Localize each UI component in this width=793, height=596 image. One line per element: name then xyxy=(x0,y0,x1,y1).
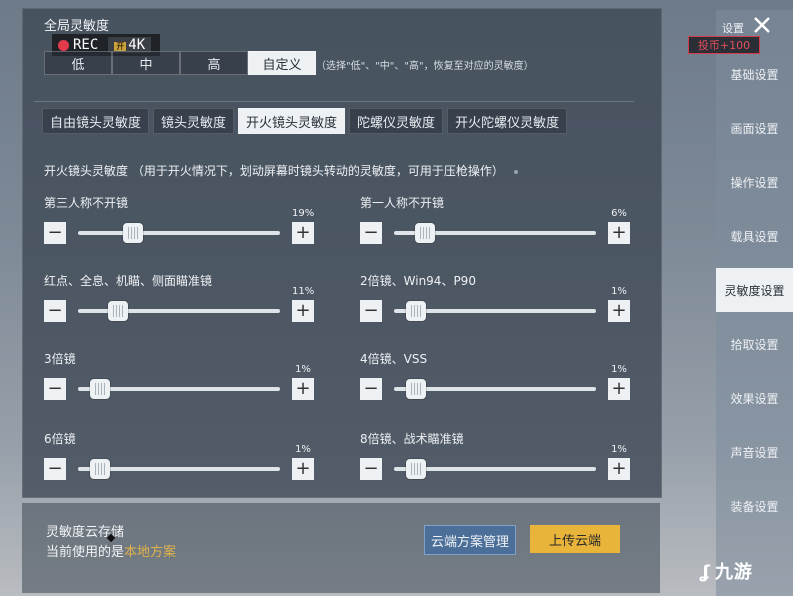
increase-button[interactable]: + xyxy=(608,300,630,322)
slider-label: 红点、全息、机瞄、侧面瞄准镜 xyxy=(44,274,213,288)
sidebar-item[interactable]: 基础设置 xyxy=(716,52,793,96)
sidebar-item[interactable]: 效果设置 xyxy=(716,376,793,420)
slider-label: 第一人称不开镜 xyxy=(360,196,445,210)
preset-low[interactable]: 低 xyxy=(44,51,112,75)
record-dot-icon xyxy=(58,39,69,51)
decrease-button[interactable]: − xyxy=(360,378,382,400)
decrease-button[interactable]: − xyxy=(360,300,382,322)
decrease-button[interactable]: − xyxy=(360,458,382,480)
sensitivity-slider[interactable]: 第三人称不开镜 19% − + xyxy=(44,194,314,250)
watermark-logo: ʆ 九游 xyxy=(700,562,753,583)
increase-button[interactable]: + xyxy=(292,378,314,400)
current-plan-text: 当前使用的是本地方案 xyxy=(46,545,177,560)
increase-button[interactable]: + xyxy=(608,222,630,244)
slider-label: 4倍镜、VSS xyxy=(360,352,428,366)
slider-label: 6倍镜 xyxy=(44,432,76,446)
sidebar-item[interactable]: 画面设置 xyxy=(716,106,793,150)
sensitivity-slider[interactable]: 3倍镜 1% − + xyxy=(44,350,314,406)
preset-selector: 低 中 高 自定义 xyxy=(44,51,316,75)
slider-label: 第三人称不开镜 xyxy=(44,196,129,210)
tab-camera[interactable]: 镜头灵敏度 xyxy=(153,108,235,134)
sensitivity-slider[interactable]: 6倍镜 1% − + xyxy=(44,430,314,486)
decrease-button[interactable]: − xyxy=(44,378,66,400)
sensitivity-slider[interactable]: 8倍镜、战术瞄准镜 1% − + xyxy=(360,430,630,486)
slider-thumb[interactable] xyxy=(122,223,143,243)
sensitivity-slider[interactable]: 2倍镜、Win94、P90 1% − + xyxy=(360,272,630,328)
slider-value: 1% xyxy=(611,286,627,297)
slider-thumb[interactable] xyxy=(89,379,110,399)
decrease-button[interactable]: − xyxy=(44,300,66,322)
close-icon[interactable] xyxy=(752,15,772,35)
slider-value: 1% xyxy=(295,364,311,375)
slider-thumb[interactable] xyxy=(405,459,426,479)
divider xyxy=(34,101,634,102)
cloud-plan-manage-button[interactable]: 云端方案管理 xyxy=(424,525,516,555)
sidebar-item[interactable]: 操作设置 xyxy=(716,160,793,204)
slider-label: 2倍镜、Win94、P90 xyxy=(360,274,476,288)
slider-thumb[interactable] xyxy=(108,301,129,321)
sensitivity-tabs: 自由镜头灵敏度 镜头灵敏度 开火镜头灵敏度 陀螺仪灵敏度 开火陀螺仪灵敏度 xyxy=(42,108,571,134)
slider-label: 3倍镜 xyxy=(44,352,76,366)
slider-thumb[interactable] xyxy=(414,223,435,243)
tab-free-camera[interactable]: 自由镜头灵敏度 xyxy=(42,108,150,134)
sidebar-item[interactable]: 装备设置 xyxy=(716,484,793,528)
sensitivity-slider[interactable]: 第一人称不开镜 6% − + xyxy=(360,194,630,250)
settings-panel xyxy=(22,8,662,498)
global-sensitivity-title: 全局灵敏度 xyxy=(44,19,110,34)
upload-cloud-button[interactable]: 上传云端 xyxy=(530,525,620,553)
decrease-button[interactable]: − xyxy=(44,222,66,244)
slider-value: 1% xyxy=(611,444,627,455)
tab-fire-camera[interactable]: 开火镜头灵敏度 xyxy=(238,108,346,134)
sidebar-item[interactable]: 拾取设置 xyxy=(716,322,793,366)
slider-thumb[interactable] xyxy=(89,459,110,479)
slider-value: 1% xyxy=(295,444,311,455)
increase-button[interactable]: + xyxy=(608,378,630,400)
slider-value: 1% xyxy=(611,364,627,375)
current-plan-name: 本地方案 xyxy=(124,545,177,560)
slider-value: 11% xyxy=(292,286,315,297)
increase-button[interactable]: + xyxy=(292,300,314,322)
sidebar-item[interactable]: 灵敏度设置 xyxy=(716,268,793,312)
sidebar-item[interactable]: 载具设置 xyxy=(716,214,793,258)
sidebar-item[interactable]: 声音设置 xyxy=(716,430,793,474)
slider-value: 19% xyxy=(292,208,315,219)
preset-high[interactable]: 高 xyxy=(180,51,248,75)
sidebar-title: 设置 xyxy=(722,22,744,35)
tab-fire-gyroscope[interactable]: 开火陀螺仪灵敏度 xyxy=(447,108,568,134)
logo-icon: ʆ xyxy=(700,562,711,583)
preset-custom[interactable]: 自定义 xyxy=(248,51,316,75)
slider-thumb[interactable] xyxy=(405,379,426,399)
sensitivity-slider[interactable]: 4倍镜、VSS 1% − + xyxy=(360,350,630,406)
increase-button[interactable]: + xyxy=(608,458,630,480)
preset-medium[interactable]: 中 xyxy=(112,51,180,75)
tab-description: 开火镜头灵敏度 （用于开火情况下，划动屏幕时镜头转动的灵敏度，可用于压枪操作） xyxy=(44,162,518,179)
slider-thumb[interactable] xyxy=(405,301,426,321)
slider-track[interactable] xyxy=(78,231,280,235)
decrease-button[interactable]: − xyxy=(360,222,382,244)
sensitivity-slider[interactable]: 红点、全息、机瞄、侧面瞄准镜 11% − + xyxy=(44,272,314,328)
preset-hint: （选择"低"、"中"、"高"，恢复至对应的灵敏度） xyxy=(316,61,534,72)
increase-button[interactable]: + xyxy=(292,222,314,244)
slider-label: 8倍镜、战术瞄准镜 xyxy=(360,432,464,446)
info-dot-icon xyxy=(513,169,518,174)
decrease-button[interactable]: − xyxy=(44,458,66,480)
slider-value: 6% xyxy=(611,208,627,219)
increase-button[interactable]: + xyxy=(292,458,314,480)
tab-gyroscope[interactable]: 陀螺仪灵敏度 xyxy=(349,108,444,134)
